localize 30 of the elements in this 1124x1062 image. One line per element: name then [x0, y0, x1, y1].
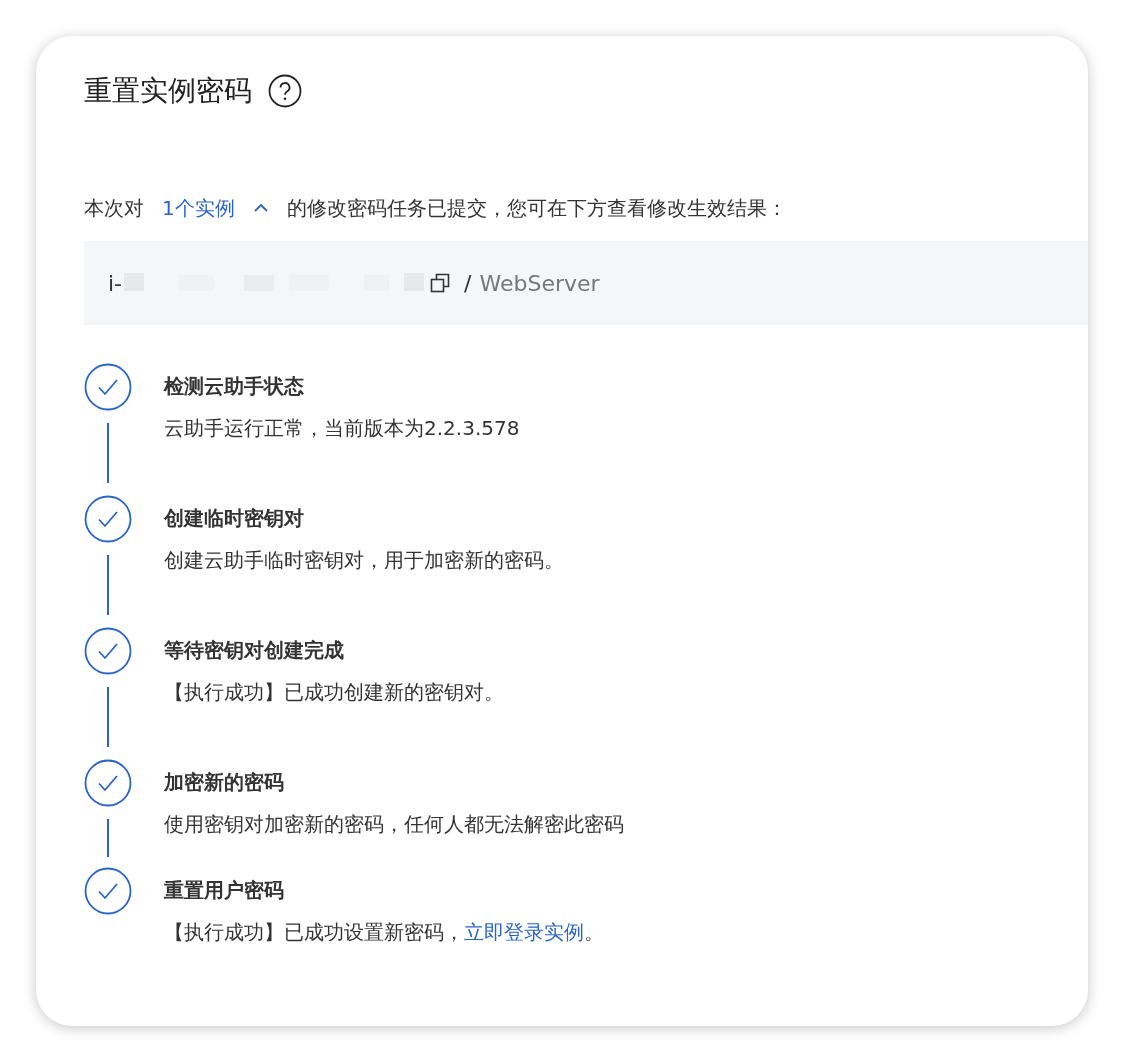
connector-line	[107, 687, 109, 747]
step-title: 检测云助手状态	[164, 373, 305, 400]
chevron-up-icon	[252, 203, 269, 213]
path-separator: /	[464, 269, 472, 298]
check-circle-icon	[84, 363, 132, 411]
instance-name: WebServer	[479, 269, 600, 298]
intro-text: 的修改密码任务已提交，您可在下方查看修改生效结果：	[286, 195, 787, 222]
step-description: 【执行成功】已成功创建新的密钥对。	[164, 679, 504, 706]
step-description: 创建云助手临时密钥对，用于加密新的密码。	[164, 547, 564, 574]
step-description: 云助手运行正常，当前版本为2.2.3.578	[164, 415, 520, 442]
copy-icon[interactable]	[430, 273, 451, 293]
check-circle-icon	[84, 759, 132, 807]
step-title: 重置用户密码	[164, 877, 285, 904]
help-icon[interactable]	[268, 74, 302, 108]
check-circle-icon	[84, 867, 132, 915]
step-description: 【执行成功】已成功设置新密码，立即登录实例。	[164, 919, 604, 946]
step-title: 加密新的密码	[164, 769, 285, 796]
connector-line	[107, 819, 109, 857]
step-title: 创建临时密钥对	[164, 505, 305, 532]
step-title: 等待密钥对创建完成	[164, 637, 345, 664]
instance-id: i-	[108, 269, 123, 298]
step-description: 使用密钥对加密新的密码，任何人都无法解密此密码	[164, 811, 624, 838]
login-link[interactable]: 立即登录实例	[464, 920, 584, 944]
check-circle-icon	[84, 627, 132, 675]
check-circle-icon	[84, 495, 132, 543]
dialog-title: 重置实例密码	[84, 74, 252, 108]
connector-line	[107, 555, 109, 615]
instance-count-toggle[interactable]: 1个实例	[162, 193, 269, 223]
connector-line	[107, 423, 109, 483]
intro-text: 本次对	[84, 195, 144, 222]
